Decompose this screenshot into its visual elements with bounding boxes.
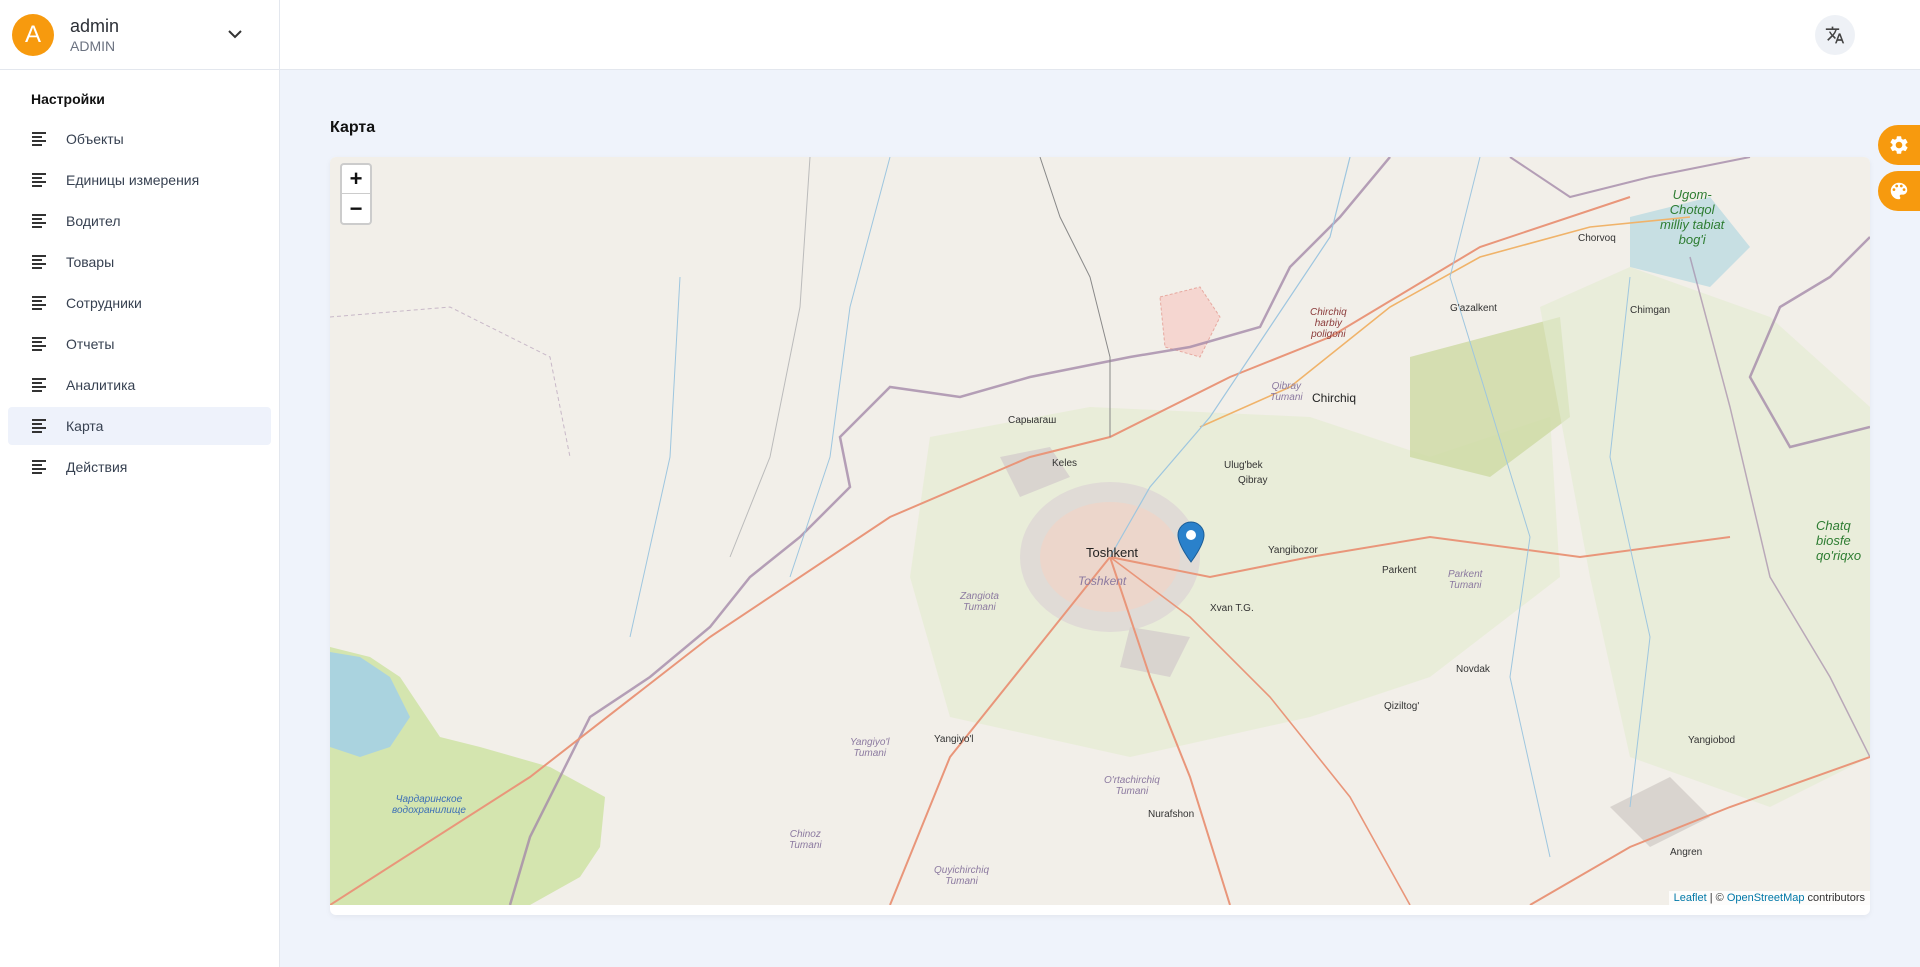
map-label-chorvoq: Chorvoq xyxy=(1578,233,1616,244)
sidebar-item-label: Объекты xyxy=(66,131,124,147)
sidebar: A admin ADMIN Настройки Объекты Единицы … xyxy=(0,0,280,967)
sidebar-section-title: Настройки xyxy=(31,91,105,107)
map-label-toshkent: Toshkent xyxy=(1086,545,1139,560)
list-icon xyxy=(32,296,46,310)
map-label-zangiota: Zangiota Tumani xyxy=(960,591,999,613)
map-marker-icon[interactable] xyxy=(1177,521,1205,563)
map-label-keles: Keles xyxy=(1052,458,1078,469)
map-card: + − Toshkent Toshkent Chirchiq Keles Сар… xyxy=(330,157,1870,915)
sidebar-item-label: Действия xyxy=(66,459,128,475)
attribution-separator: | © xyxy=(1706,892,1727,904)
map-label-yangiyol-tumani: Yangiyo'l Tumani xyxy=(850,737,890,759)
map-label-parkent-tumani: Parkent Tumani xyxy=(1448,569,1483,591)
map-label-qiziltog: Qiziltog' xyxy=(1384,701,1420,712)
map-label-quyichirchiq: Quyichirchiq Tumani xyxy=(934,865,990,887)
map-attribution: Leaflet | © OpenStreetMap contributors xyxy=(1668,891,1870,905)
settings-button[interactable] xyxy=(1878,125,1920,165)
palette-icon xyxy=(1890,182,1908,200)
sidebar-item-label: Товары xyxy=(66,254,115,270)
map-label-chirchiq-poligon: Chirchiq harbiy poligoni xyxy=(1310,307,1347,340)
translate-icon xyxy=(1825,26,1845,44)
list-icon xyxy=(32,419,46,433)
map-label-chardara: Чардаринское водохранилище xyxy=(392,794,466,816)
sidebar-item-label: Единицы измерения xyxy=(66,172,200,188)
page-title: Карта xyxy=(330,119,376,136)
map-label-angren: Angren xyxy=(1670,847,1703,858)
sidebar-menu: Объекты Единицы измерения Водител Товары… xyxy=(0,120,279,486)
list-icon xyxy=(32,132,46,146)
sidebar-item-units[interactable]: Единицы измерения xyxy=(8,161,271,199)
map-label-saryagash: Сарыагаш xyxy=(1008,415,1057,426)
map-tiles xyxy=(330,157,1870,905)
profile-text: admin ADMIN xyxy=(70,15,223,55)
map-label-ugom-park: Ugom- Chotqol milliy tabiat bog'i xyxy=(1660,187,1725,247)
attribution-suffix: contributors xyxy=(1804,892,1865,904)
profile-name: admin xyxy=(70,15,120,36)
list-icon xyxy=(32,460,46,474)
list-icon xyxy=(32,214,46,228)
sidebar-item-map[interactable]: Карта xyxy=(8,407,271,445)
profile-role: ADMIN xyxy=(70,37,116,54)
topbar xyxy=(280,0,1920,70)
map-label-toshkent-district: Toshkent xyxy=(1078,574,1127,588)
map-label-chimgan: Chimgan xyxy=(1630,305,1671,316)
sidebar-item-label: Сотрудники xyxy=(66,295,142,311)
gear-icon xyxy=(1890,136,1908,154)
user-profile[interactable]: A admin ADMIN xyxy=(0,0,279,70)
list-icon xyxy=(32,173,46,187)
sidebar-item-actions[interactable]: Действия xyxy=(8,448,271,486)
map-label-yangiyol: Yangiyo'l xyxy=(934,734,974,745)
avatar: A xyxy=(12,13,54,56)
osm-link[interactable]: OpenStreetMap xyxy=(1727,892,1805,904)
list-icon xyxy=(32,378,46,392)
sidebar-item-label: Отчеты xyxy=(66,336,115,352)
list-icon xyxy=(32,337,46,351)
sidebar-item-label: Аналитика xyxy=(66,377,136,393)
map-label-nurafshon: Nurafshon xyxy=(1148,809,1195,820)
map-label-yangibozor: Yangibozor xyxy=(1268,545,1318,556)
leaflet-link[interactable]: Leaflet xyxy=(1674,892,1707,904)
map-label-ortachirchiq: O'rtachirchiq Tumani xyxy=(1104,775,1160,797)
chevron-down-icon[interactable] xyxy=(223,23,247,47)
theme-button[interactable] xyxy=(1878,171,1920,211)
map-label-chinoz: Chinoz Tumani xyxy=(789,829,822,851)
map-label-qibray-tumani: Qibray Tumani xyxy=(1270,381,1303,403)
sidebar-item-objects[interactable]: Объекты xyxy=(8,120,271,158)
zoom-control: + − xyxy=(340,163,372,225)
sidebar-item-driver[interactable]: Водител xyxy=(8,202,271,240)
map-label-novdak: Novdak xyxy=(1456,664,1490,675)
map-label-chirchiq: Chirchiq xyxy=(1312,391,1357,405)
translate-button[interactable] xyxy=(1815,15,1855,55)
map-label-xvan: Xvan T.G. xyxy=(1210,603,1254,614)
list-icon xyxy=(32,255,46,269)
map-label-qibray: Qibray xyxy=(1238,475,1268,486)
sidebar-item-goods[interactable]: Товары xyxy=(8,243,271,281)
map-label-chatqol: Chatq biosfe qo'riqxo xyxy=(1816,518,1862,563)
map-label-ulugbek: Ulug'bek xyxy=(1224,460,1263,471)
sidebar-item-analytics[interactable]: Аналитика xyxy=(8,366,271,404)
sidebar-item-employees[interactable]: Сотрудники xyxy=(8,284,271,322)
sidebar-item-label: Водител xyxy=(66,213,121,229)
map-label-yangiobod: Yangiobod xyxy=(1688,735,1736,746)
map-label-parkent: Parkent xyxy=(1382,565,1417,576)
map-label-gazalkent: G'azalkent xyxy=(1450,303,1497,314)
map[interactable]: + − Toshkent Toshkent Chirchiq Keles Сар… xyxy=(330,157,1870,905)
zoom-in-button[interactable]: + xyxy=(342,165,370,194)
sidebar-item-label: Карта xyxy=(66,418,104,434)
zoom-out-button[interactable]: − xyxy=(342,194,370,223)
sidebar-item-reports[interactable]: Отчеты xyxy=(8,325,271,363)
